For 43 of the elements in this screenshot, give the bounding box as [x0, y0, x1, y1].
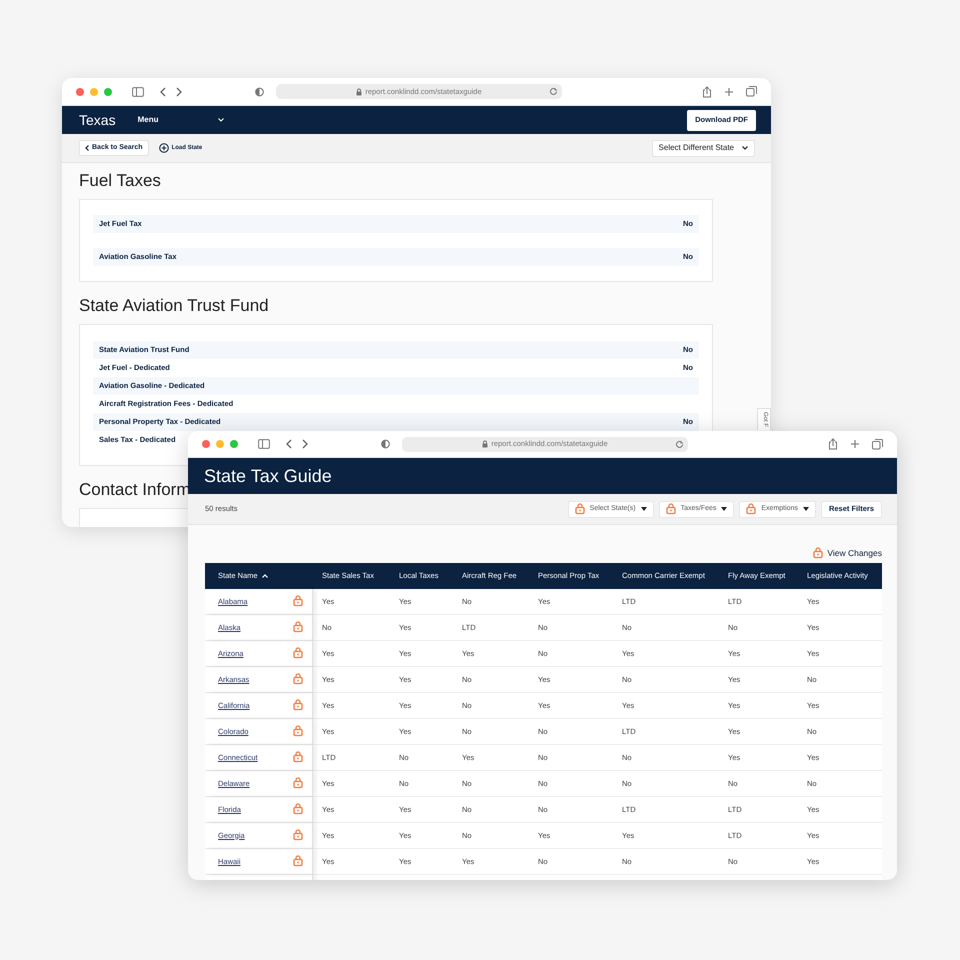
lock-icon: [293, 725, 303, 738]
chevron-down-icon: [742, 146, 748, 150]
sidebar-icon[interactable]: [258, 439, 270, 449]
chevron-left-icon: [85, 145, 89, 151]
lock-icon: [293, 673, 303, 686]
new-tab-icon[interactable]: [850, 439, 860, 449]
tabs-icon[interactable]: [872, 438, 883, 450]
lock-icon: [293, 855, 303, 868]
chevron-down-icon: [218, 118, 224, 122]
lock-icon: [293, 621, 303, 634]
share-icon[interactable]: [702, 86, 712, 98]
section-title: Fuel Taxes: [79, 171, 162, 191]
lock-icon: [293, 751, 303, 764]
state-select[interactable]: Select Different State: [652, 140, 755, 156]
close-button[interactable]: [76, 88, 84, 96]
lock-icon: [356, 88, 362, 96]
caret-down-icon: [721, 507, 728, 511]
lock-icon: [574, 503, 585, 515]
lock-icon: [293, 699, 303, 712]
lock-icon: [293, 777, 303, 790]
view-changes-link[interactable]: View Changes: [813, 547, 882, 560]
lock-icon: [293, 803, 303, 816]
reload-icon[interactable]: [549, 87, 558, 96]
page-title: State Tax Guide: [204, 464, 332, 488]
section-title: State Aviation Trust Fund: [79, 296, 270, 316]
tabs-icon[interactable]: [746, 86, 757, 97]
plus-circle-icon: [158, 143, 169, 153]
lock-icon: [666, 503, 676, 515]
lock-icon: [293, 647, 303, 660]
new-tab-icon[interactable]: [724, 86, 734, 96]
lock-icon: [813, 547, 824, 560]
share-icon[interactable]: [828, 438, 838, 450]
reload-icon[interactable]: [675, 440, 684, 448]
lock-icon: [482, 440, 488, 448]
lock-icon: [293, 829, 303, 842]
caret-down-icon: [640, 507, 647, 511]
caret-down-icon: [802, 507, 809, 511]
lock-icon: [293, 595, 303, 608]
sidebar-icon[interactable]: [132, 86, 144, 96]
menu-dropdown[interactable]: Menu: [138, 114, 224, 126]
lock-icon: [746, 503, 756, 515]
page-title: Texas: [79, 110, 116, 130]
close-button[interactable]: [202, 440, 210, 448]
